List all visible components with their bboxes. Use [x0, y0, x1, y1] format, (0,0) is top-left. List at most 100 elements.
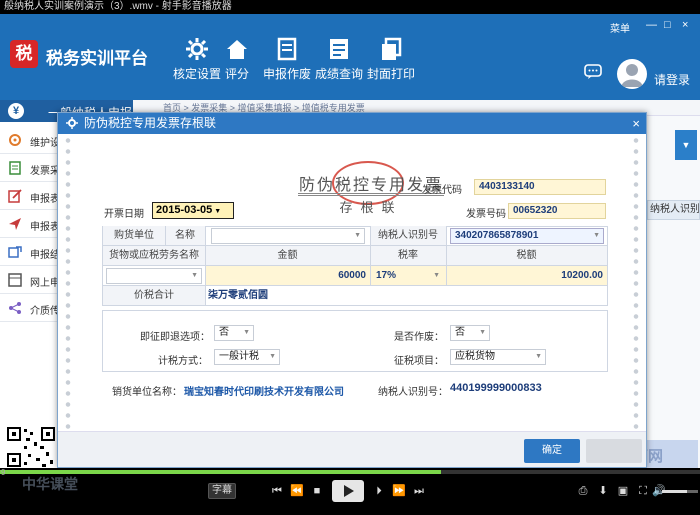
- perforation-left: [62, 135, 74, 435]
- play-icon: [344, 485, 354, 497]
- void-select[interactable]: 否 ▼: [450, 325, 490, 341]
- tax-method-value: 一般计税: [219, 351, 259, 362]
- chevron-down-icon: ▼: [593, 232, 600, 239]
- seller-name-label: 销货单位名称：: [112, 387, 182, 398]
- tax-method-select[interactable]: 一般计税 ▼: [214, 349, 280, 365]
- printer-icon: [277, 37, 297, 61]
- date-picker[interactable]: 2015-03-05 ▼: [152, 202, 234, 219]
- skip-start-icon[interactable]: ⏮: [268, 483, 286, 499]
- fast-forward-icon[interactable]: ⏩: [390, 483, 408, 499]
- secondary-button[interactable]: [586, 439, 642, 463]
- total-label: 价税合计: [103, 286, 205, 305]
- share-icon: [9, 302, 21, 314]
- menu-link[interactable]: 菜单: [610, 20, 630, 35]
- tax-method-label: 计税方式：: [158, 356, 208, 367]
- login-link[interactable]: 请登录: [654, 71, 690, 88]
- levy-item-select[interactable]: 应税货物 ▼: [450, 349, 546, 365]
- amount-field[interactable]: 60000: [205, 266, 370, 285]
- close-button[interactable]: ×: [682, 19, 688, 31]
- tax-amount-header: 税额: [446, 246, 607, 265]
- dialog-close-button[interactable]: ×: [632, 113, 640, 134]
- nav-label: 封面打印: [366, 67, 415, 81]
- nav-cover-print[interactable]: 封面打印: [354, 36, 428, 92]
- player-controls: 9 中华课堂 字幕 ⏮ ⏪ ■ ⏵ ⏩ ⏭ ⎙ ⬇ ▣ ⛶ 🔊: [0, 468, 700, 515]
- screenshot-icon[interactable]: ⎙: [574, 483, 592, 499]
- goods-name-header: 货物或应税劳务名称: [103, 246, 205, 265]
- invoice-form: 防伪税控专用发票 存根联 发票代码 4403133140 开票日期 2015-0…: [78, 137, 626, 437]
- user-icon: [621, 64, 643, 87]
- download-icon[interactable]: ⬇: [594, 483, 612, 499]
- invoice-subtitle: 存根联: [339, 201, 403, 216]
- background-table-header: 纳税人识别: [647, 200, 700, 220]
- app-header: 税 税务实训平台 核定设置 评分 申报作废 成绩查询 封面打印 菜单 — □ ×…: [0, 14, 700, 100]
- volume-fill: [662, 490, 688, 493]
- result-icon: [8, 246, 22, 258]
- chevron-down-icon: ▼: [243, 329, 250, 336]
- chevron-down-icon: ▼: [535, 353, 542, 360]
- buyer-tax-id-label: 纳税人识别号: [370, 226, 446, 245]
- caret-down-icon: ▼: [214, 208, 222, 215]
- tax-amount-field[interactable]: 10200.00: [446, 266, 607, 285]
- confirm-button[interactable]: 确定: [524, 439, 580, 463]
- divider: [165, 226, 166, 245]
- levy-item-value: 应税货物: [455, 351, 495, 362]
- divider: [446, 226, 447, 286]
- divider: [205, 226, 206, 306]
- step-forward-icon[interactable]: ⏵: [370, 483, 388, 499]
- copy-icon: [382, 37, 402, 60]
- window-icon[interactable]: ▣: [614, 483, 632, 499]
- invoice-code-field[interactable]: 4403133140: [474, 179, 606, 195]
- dialog-title-bar: 防伪税控专用发票存根联 ×: [58, 113, 646, 134]
- dropdown-toggle-button[interactable]: ▼: [675, 130, 697, 160]
- dialog-footer: 确定: [58, 431, 646, 467]
- home-icon: [227, 40, 247, 59]
- tax-rate-header: 税率: [370, 246, 446, 265]
- void-label: 是否作废：: [394, 332, 444, 343]
- buyer-tax-id-select[interactable]: 340207865878901 ▼: [450, 228, 604, 244]
- qr-code-icon: [6, 426, 56, 468]
- dialog-title: 防伪税控专用发票存根联: [84, 116, 217, 130]
- app-logo: 税: [10, 40, 38, 68]
- minimize-button[interactable]: —: [646, 19, 657, 31]
- player-title-bar: 般纳税人实训案例演示（3）.wmv - 射手影音播放器: [0, 0, 700, 14]
- avatar[interactable]: [617, 59, 647, 89]
- immediate-refund-label: 即征即退选项：: [140, 332, 210, 343]
- buyer-name-select[interactable]: ▼: [211, 228, 365, 244]
- buyer-tax-id-value: 340207865878901: [455, 230, 539, 241]
- goods-name-select[interactable]: ▼: [106, 268, 202, 284]
- yen-icon: ¥: [8, 103, 24, 119]
- chevron-down-icon: ▼: [479, 329, 486, 336]
- seller-name: 瑞宝知春时代印刷技术开发有限公司: [184, 387, 344, 398]
- tax-rate-value: 17%: [376, 270, 397, 281]
- chevron-down-icon: ▼: [269, 353, 276, 360]
- subtitle-button[interactable]: 字幕: [208, 483, 236, 499]
- settings-icon: [9, 134, 21, 146]
- immediate-refund-value: 否: [219, 327, 229, 338]
- date-label: 开票日期: [104, 209, 144, 220]
- app-name: 税务实训平台: [46, 49, 148, 68]
- rewind-icon[interactable]: ⏪: [288, 483, 306, 499]
- chevron-down-icon: ▼: [433, 272, 440, 279]
- seller-tax-id: 440199999000833: [450, 382, 542, 394]
- window-title: 般纳税人实训案例演示（3）.wmv - 射手影音播放器: [4, 1, 232, 12]
- levy-item-label: 征税项目：: [394, 356, 444, 367]
- invoice-dialog: 防伪税控专用发票存根联 × 防伪税控专用发票 存根联 发票代码 44031331…: [57, 112, 647, 468]
- invoice-number-field[interactable]: 00652320: [508, 203, 606, 219]
- immediate-refund-select[interactable]: 否 ▼: [214, 325, 254, 341]
- play-button[interactable]: [332, 480, 364, 502]
- name-label: 名称: [165, 226, 205, 245]
- chevron-down-icon: ▼: [354, 232, 361, 239]
- time-label: 9: [1, 468, 6, 477]
- skip-end-icon[interactable]: ⏭: [410, 483, 428, 499]
- document-icon: [9, 161, 21, 175]
- chat-icon[interactable]: [584, 64, 602, 80]
- maximize-button[interactable]: □: [664, 19, 671, 31]
- perforation-right: [630, 135, 642, 435]
- stop-icon[interactable]: ■: [308, 483, 326, 499]
- edit-icon: [8, 189, 22, 203]
- tax-rate-field[interactable]: 17% ▼: [370, 266, 446, 285]
- volume-slider[interactable]: [662, 490, 698, 493]
- progress-bar[interactable]: [0, 470, 700, 474]
- watermark-text: 中华课堂: [22, 476, 78, 492]
- invoice-number-label: 发票号码: [466, 209, 506, 220]
